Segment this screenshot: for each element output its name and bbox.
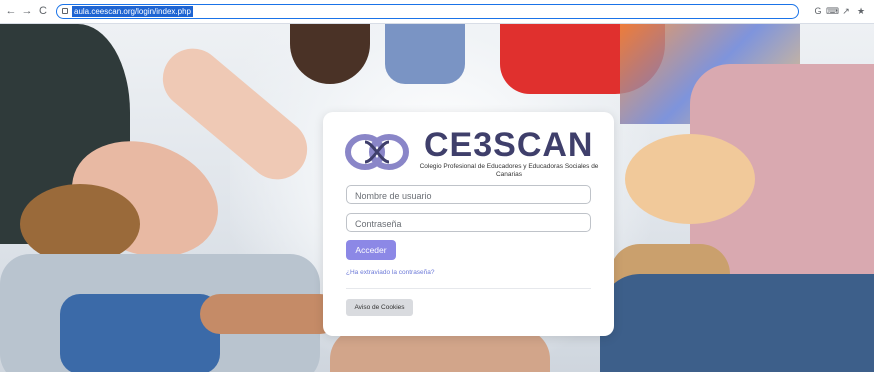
address-bar[interactable]: aula.ceescan.org/login/index.php — [56, 4, 799, 19]
reload-icon[interactable]: C — [36, 4, 50, 18]
person-face-right — [625, 134, 755, 224]
shirt-checked — [60, 294, 220, 372]
back-icon[interactable]: ← — [4, 4, 18, 18]
sleeve-blue-top — [385, 24, 465, 84]
arm-bottom-left — [200, 294, 340, 334]
ceescan-logo-icon — [345, 134, 409, 170]
brand-subtitle: Colegio Profesional de Educadores y Educ… — [419, 163, 599, 178]
brand-name: CE3SCAN — [424, 126, 594, 164]
username-field[interactable] — [346, 185, 591, 205]
login-button[interactable]: Acceder — [346, 240, 396, 260]
browser-toolbar: ← → C aula.ceescan.org/login/index.php G… — [0, 0, 874, 24]
bookmark-star-icon[interactable]: ★ — [855, 5, 867, 17]
hair-left — [20, 184, 140, 264]
lock-icon — [62, 8, 68, 14]
password-field[interactable] — [346, 213, 591, 233]
password-key-icon[interactable]: ⌨ — [826, 5, 839, 17]
cookies-notice-button[interactable]: Aviso de Cookies — [346, 299, 413, 316]
shirt-denim-right — [600, 274, 874, 372]
share-icon[interactable]: ↗ — [840, 5, 852, 17]
forward-icon[interactable]: → — [20, 4, 34, 18]
url-text[interactable]: aula.ceescan.org/login/index.php — [72, 6, 193, 17]
forgot-password-link[interactable]: ¿Ha extraviado la contraseña? — [346, 269, 435, 276]
login-card: CE3SCAN Colegio Profesional de Educadore… — [323, 112, 614, 336]
divider — [346, 288, 591, 289]
username-input[interactable] — [347, 187, 590, 205]
google-icon[interactable]: G — [812, 5, 824, 17]
password-input[interactable] — [347, 215, 590, 233]
